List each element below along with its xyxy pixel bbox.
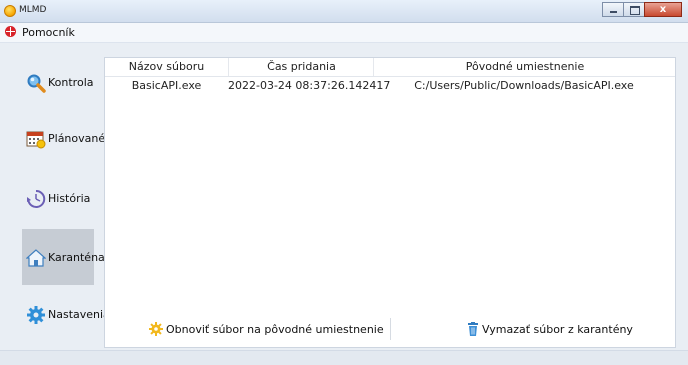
magnifier-icon [27, 74, 46, 93]
close-icon: x [659, 4, 667, 15]
sidebar-item-label: Kontrola [48, 76, 94, 89]
menu-bar: Pomocník [0, 23, 688, 43]
history-icon [27, 189, 46, 208]
restore-file-button[interactable]: Obnoviť súbor na pôvodné umiestnenie [149, 320, 384, 338]
table-row[interactable]: BasicAPI.exe 2022-03-24 08:37:26.142417 … [105, 77, 675, 95]
maximize-button[interactable] [623, 2, 645, 17]
column-header-file-name[interactable]: Názov súboru [105, 58, 228, 76]
window-title: MLMD [19, 5, 47, 15]
table-header: Názov súboru Čas pridania Pôvodné umiest… [105, 58, 675, 77]
trash-icon [468, 322, 478, 336]
delete-file-label: Vymazať súbor z karantény [482, 322, 633, 336]
cell-original-location: C:/Users/Public/Downloads/BasicAPI.exe [414, 79, 634, 92]
delete-file-button[interactable]: Vymazať súbor z karantény [467, 320, 633, 338]
close-button[interactable]: x [644, 2, 682, 17]
sidebar-item-label: Plánované [48, 132, 106, 145]
action-bar: Obnoviť súbor na pôvodné umiestnenie Vym… [105, 312, 675, 347]
sidebar-item-historia[interactable]: História [22, 170, 94, 226]
sidebar-item-label: Nastavenia [48, 308, 110, 321]
gear-icon [27, 306, 45, 324]
column-header-added-time[interactable]: Čas pridania [228, 58, 374, 76]
restore-file-label: Obnoviť súbor na pôvodné umiestnenie [166, 322, 384, 336]
sidebar-item-kontrola[interactable]: Kontrola [22, 54, 94, 110]
quarantine-panel: Názov súboru Čas pridania Pôvodné umiest… [104, 57, 676, 348]
minimize-button[interactable] [602, 2, 624, 17]
status-bar [0, 350, 688, 365]
app-logo-icon [4, 5, 16, 17]
action-separator [390, 318, 391, 340]
calendar-icon [26, 131, 46, 149]
house-icon [26, 249, 46, 267]
sidebar-item-karantena[interactable]: Karanténa [22, 229, 105, 285]
window-controls: x [602, 2, 682, 18]
cell-added-time: 2022-03-24 08:37:26.142417 [228, 79, 391, 92]
help-icon [5, 26, 16, 37]
sidebar-item-nastavenia[interactable]: Nastavenia [22, 289, 110, 345]
sidebar-item-planovane[interactable]: Plánované [22, 110, 105, 166]
title-bar: MLMD x [0, 0, 688, 23]
sidebar-item-label: História [48, 192, 91, 205]
maximize-icon [630, 6, 640, 15]
menu-help[interactable]: Pomocník [22, 26, 75, 39]
minimize-icon [610, 11, 617, 13]
cell-file-name: BasicAPI.exe [131, 79, 202, 92]
column-header-original-location[interactable]: Pôvodné umiestnenie [373, 58, 676, 76]
sidebar-item-label: Karanténa [48, 251, 105, 264]
restore-gear-icon [149, 322, 163, 336]
